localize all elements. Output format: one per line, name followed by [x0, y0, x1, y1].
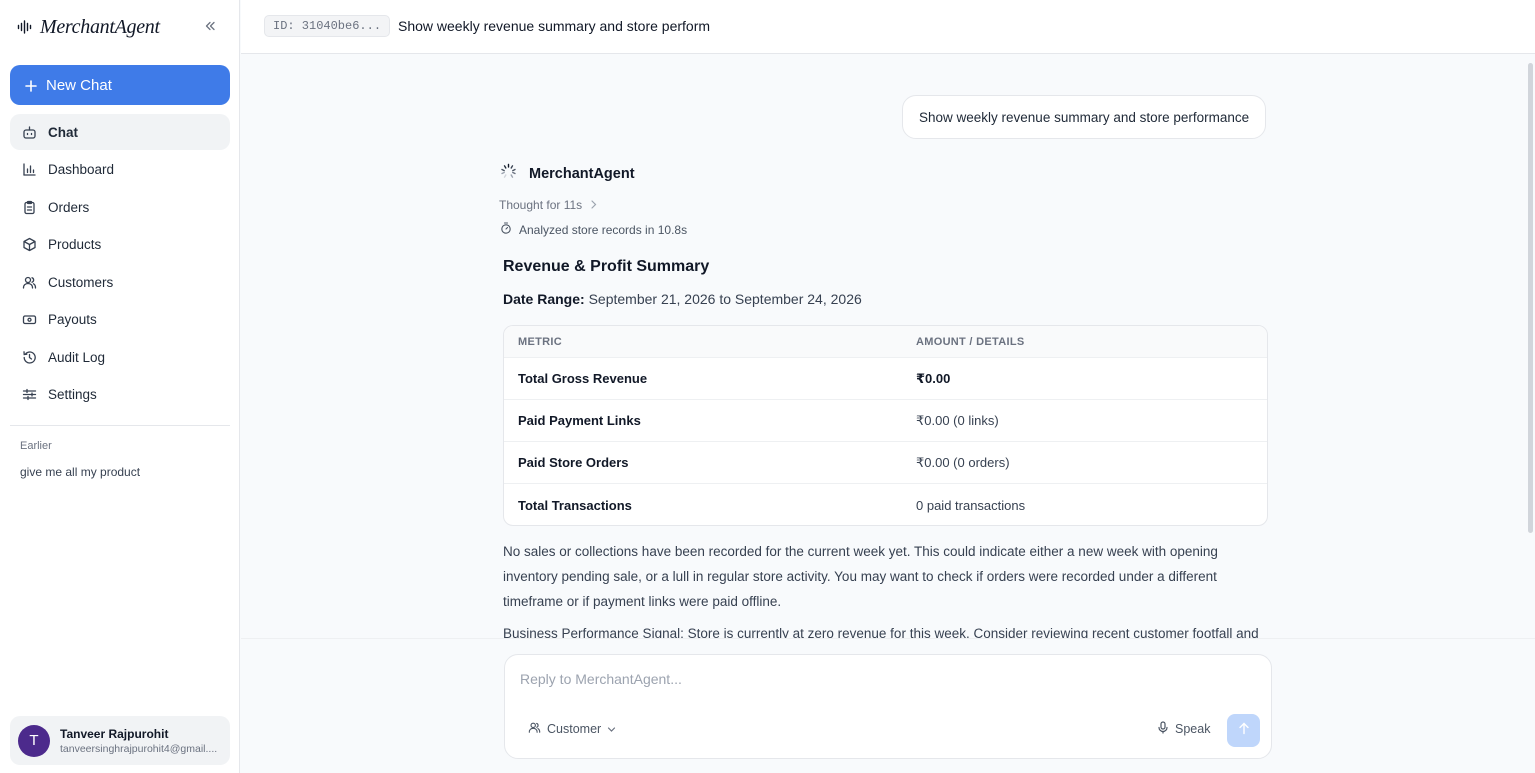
audience-mode-select[interactable]: Customer — [528, 721, 616, 737]
send-button[interactable] — [1227, 714, 1260, 747]
avatar: T — [18, 724, 50, 757]
summary-table: METRIC AMOUNT / DETAILS Total Gross Reve… — [503, 325, 1268, 526]
sidebar-item-dashboard[interactable]: Dashboard — [10, 152, 230, 188]
sidebar-nav: Chat Dashboard Orders Products Customers — [10, 114, 230, 414]
date-range-label: Date Range: — [503, 291, 585, 307]
sidebar-item-label: Payouts — [48, 312, 97, 327]
table-row: Total Gross Revenue ₹0.00 — [504, 358, 1267, 400]
scrollbar-thumb[interactable] — [1528, 63, 1533, 533]
sidebar-item-audit-log[interactable]: Audit Log — [10, 339, 230, 375]
users-icon — [22, 275, 37, 290]
user-email: tanveersinghrajpurohit4@gmail.... — [60, 742, 218, 755]
user-message: Show weekly revenue summary and store pe… — [902, 95, 1267, 139]
sidebar-item-settings[interactable]: Settings — [10, 377, 230, 413]
sidebar-item-payouts[interactable]: Payouts — [10, 302, 230, 338]
history-icon — [22, 350, 37, 365]
column-header-metric: METRIC — [518, 335, 562, 348]
microphone-icon — [1157, 721, 1169, 737]
bar-chart-icon — [22, 162, 37, 177]
composer: Customer Speak — [504, 654, 1272, 759]
user-name: Tanveer Rajpurohit — [60, 726, 169, 741]
column-header-amount: AMOUNT / DETAILS — [916, 335, 1025, 348]
chevron-down-icon — [607, 722, 616, 736]
bot-icon — [22, 125, 37, 140]
analysis-status-label: Analyzed store records in 10.8s — [519, 222, 688, 237]
thought-toggle[interactable]: Thought for 11s — [499, 198, 597, 212]
sidebar-item-customers[interactable]: Customers — [10, 264, 230, 300]
clipboard-icon — [22, 200, 37, 215]
loading-spinner-icon — [500, 163, 517, 185]
table-row: Paid Payment Links ₹0.00 (0 links) — [504, 400, 1267, 442]
sidebar-item-label: Orders — [48, 199, 90, 215]
arrow-up-icon — [1238, 722, 1250, 740]
stopwatch-icon — [500, 222, 512, 237]
history-section-label: Earlier — [20, 440, 52, 452]
table-cell-metric: Paid Store Orders — [518, 455, 629, 470]
new-chat-label: New Chat — [46, 76, 112, 94]
history-item[interactable]: give me all my product — [20, 465, 140, 479]
sidebar-divider — [10, 425, 230, 426]
conversation-area[interactable]: Show weekly revenue summary and store pe… — [241, 55, 1526, 638]
chat-id-badge[interactable]: ID: 31040be6... — [264, 15, 391, 37]
package-icon — [22, 237, 37, 252]
top-bar: ID: 31040be6... Show weekly revenue summ… — [241, 0, 1535, 54]
sidebar-item-products[interactable]: Products — [10, 227, 230, 263]
brand[interactable]: MerchantAgent — [17, 14, 160, 40]
sidebar-item-label: Audit Log — [48, 349, 106, 365]
table-cell-value: 0 paid transactions — [916, 497, 1026, 513]
sound-wave-icon — [17, 20, 32, 34]
user-profile[interactable]: T Tanveer Rajpurohit tanveersinghrajpuro… — [10, 716, 230, 765]
sidebar-item-label: Products — [48, 237, 102, 252]
plus-icon — [25, 79, 37, 92]
banknote-icon — [22, 312, 37, 327]
sliders-icon — [22, 387, 37, 402]
sidebar: MerchantAgent New Chat Chat Dashboard Or… — [0, 0, 240, 773]
table-cell-metric: Total Gross Revenue — [518, 371, 648, 386]
table-header: METRIC AMOUNT / DETAILS — [504, 326, 1267, 358]
sidebar-item-label: Chat — [48, 124, 78, 140]
sidebar-item-orders[interactable]: Orders — [10, 189, 230, 225]
table-row: Total Transactions 0 paid transactions — [504, 484, 1267, 525]
table-cell-value: ₹0.00 (0 links) — [916, 412, 999, 428]
chat-title: Show weekly revenue summary and store pe… — [398, 18, 711, 34]
table-cell-metric: Paid Payment Links — [518, 413, 641, 428]
table-cell-value: ₹0.00 (0 orders) — [916, 454, 1010, 470]
agent-header: MerchantAgent — [500, 163, 635, 185]
brand-name: MerchantAgent — [40, 15, 160, 38]
sidebar-item-label: Dashboard — [48, 162, 115, 177]
profile-text: Tanveer Rajpurohit tanveersinghrajpurohi… — [60, 727, 230, 755]
table-row: Paid Store Orders ₹0.00 (0 orders) — [504, 442, 1267, 484]
analysis-status: Analyzed store records in 10.8s — [500, 222, 687, 237]
users-icon — [528, 721, 541, 737]
chevron-right-icon — [590, 198, 597, 212]
agent-name: MerchantAgent — [529, 166, 635, 182]
speak-label: Speak — [1175, 722, 1211, 736]
sidebar-item-chat[interactable]: Chat — [10, 114, 230, 150]
sidebar-item-label: Customers — [48, 274, 114, 290]
thought-label: Thought for 11s — [499, 198, 583, 212]
date-range: Date Range: September 21, 2026 to Septem… — [503, 291, 862, 307]
collapse-sidebar-icon[interactable] — [201, 17, 219, 35]
response-paragraph: No sales or collections have been record… — [503, 544, 1218, 609]
table-cell-value: ₹0.00 — [916, 370, 951, 386]
speak-button[interactable]: Speak — [1157, 721, 1210, 737]
sidebar-item-label: Settings — [48, 387, 97, 402]
table-cell-metric: Total Transactions — [518, 497, 632, 513]
scrollbar[interactable] — [1526, 55, 1535, 638]
new-chat-button[interactable]: New Chat — [10, 65, 230, 105]
response-paragraph: Business Performance Signal: Store is cu… — [503, 626, 1259, 638]
date-range-value: September 21, 2026 to September 24, 2026 — [588, 291, 862, 307]
reply-input[interactable] — [520, 667, 1250, 691]
audience-mode-label: Customer — [547, 722, 602, 736]
summary-title: Revenue & Profit Summary — [503, 258, 710, 275]
